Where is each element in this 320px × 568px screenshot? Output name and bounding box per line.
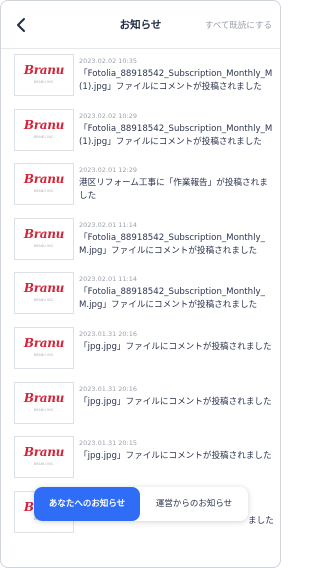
notification-timestamp: 2023.02.01 12:29 — [79, 166, 138, 175]
branu-logo-thumbnail: Branu BRANU INC. — [14, 436, 74, 479]
notification-message: 港区リフォーム工事に「作業報告」が投稿されました — [79, 178, 268, 202]
notification-timestamp: 2023.02.01 11:14 — [79, 220, 138, 229]
branu-logo-thumbnail: Branu BRANU INC. — [14, 108, 74, 151]
notification-message: 「jpg.jpg」ファイルにコメントが投稿されました — [79, 341, 272, 352]
branu-logo: Branu — [23, 63, 65, 77]
branu-logo: Branu — [23, 281, 65, 296]
branu-logo-thumbnail: Branu BRANU INC. — [14, 272, 74, 315]
notification-list: Branu BRANU INC. 2023.02.02 10:35 「Fotolia_… — [1, 49, 280, 540]
notification-message: 「Fotolia_88918542_Subscription_Monthly_M… — [79, 69, 273, 92]
notification-message: 「jpg.jpg」ファイルにコメントが投稿されました — [79, 396, 272, 407]
notification-message: 「Fotolia_88918542_Subscription_Monthly_M… — [79, 232, 265, 256]
branu-logo-thumbnail: Branu BRANU INC. — [14, 326, 74, 369]
back-button[interactable] — [11, 15, 31, 35]
branu-logo: Branu — [23, 172, 65, 187]
mark-all-read-button[interactable]: すべて既読にする — [205, 19, 272, 31]
branu-logo-thumbnail: Branu BRANU INC. — [14, 54, 74, 96]
notification-item[interactable]: Branu BRANU INC. 2023.02.02 10:29 「Fotolia_… — [1, 104, 280, 159]
branu-logo-sub: BRANU INC. — [33, 462, 55, 467]
branu-logo-sub: BRANU INC. — [33, 189, 55, 194]
notification-item[interactable]: Branu BRANU INC. 2023.02.01 11:14 「Fotolia_… — [1, 213, 280, 268]
notification-timestamp: 2023.01.31 20:15 — [79, 439, 138, 448]
header: お知らせ すべて既読にする — [1, 1, 280, 49]
branu-logo: Branu — [23, 117, 65, 132]
app-frame: お知らせ すべて既読にする Branu BRANU INC. 2023.02.02 … — [0, 0, 281, 568]
tab-from-admin[interactable]: 運営からのお知らせ — [140, 487, 248, 521]
notification-message: ました — [248, 515, 274, 526]
branu-logo-thumbnail: Branu BRANU INC. — [14, 163, 74, 206]
branu-logo: Branu — [23, 226, 65, 241]
notification-item[interactable]: Branu BRANU INC. 2023.02.01 12:29 港区リフォーム工事… — [1, 158, 280, 213]
notification-timestamp: 2023.01.31 20:16 — [79, 384, 138, 393]
branu-logo-thumbnail: Branu BRANU INC. — [14, 217, 74, 260]
notification-timestamp: 2023.01.31 20:16 — [79, 329, 138, 338]
branu-logo: Branu — [23, 335, 65, 350]
notification-item[interactable]: Branu BRANU INC. 2023.02.02 10:35 「Fotolia_… — [1, 49, 280, 104]
notification-item[interactable]: Branu BRANU INC. 2023.01.31 20:16 「jpg.jpg」… — [1, 322, 280, 377]
notification-message: 「jpg.jpg」ファイルにコメントが投稿されました — [79, 451, 272, 462]
branu-logo: Branu — [23, 445, 65, 460]
notification-item[interactable]: Branu BRANU INC. 2023.02.01 11:14 「Fotolia_… — [1, 267, 280, 322]
notification-message: 「Fotolia_88918542_Subscription_Monthly_M… — [79, 287, 265, 311]
notification-message: 「Fotolia_88918542_Subscription_Monthly_M… — [79, 123, 273, 147]
notification-tabs: あなたへのお知らせ 運営からのお知らせ — [34, 487, 248, 521]
branu-logo-thumbnail: Branu BRANU INC. — [14, 381, 74, 424]
notification-item[interactable]: Branu BRANU INC. 2023.01.31 20:15 「jpg.jpg」… — [1, 431, 280, 486]
notification-timestamp: 2023.02.02 10:29 — [79, 111, 138, 120]
branu-logo-sub: BRANU INC. — [33, 407, 55, 412]
branu-logo-sub: BRANU INC. — [33, 134, 55, 139]
tab-for-you[interactable]: あなたへのお知らせ — [34, 487, 140, 521]
branu-logo-sub: BRANU INC. — [33, 243, 55, 248]
branu-logo-sub: BRANU INC. — [33, 352, 55, 357]
chevron-left-icon — [17, 18, 25, 32]
branu-logo-sub: BRANU INC. — [33, 298, 55, 303]
notification-item[interactable]: Branu BRANU INC. 2023.01.31 20:16 「jpg.jpg」… — [1, 377, 280, 432]
branu-logo-sub: BRANU INC. — [33, 80, 55, 84]
notification-timestamp: 2023.02.01 11:14 — [79, 275, 138, 284]
notification-timestamp: 2023.02.02 10:35 — [79, 57, 138, 65]
branu-logo: Branu — [23, 390, 65, 405]
